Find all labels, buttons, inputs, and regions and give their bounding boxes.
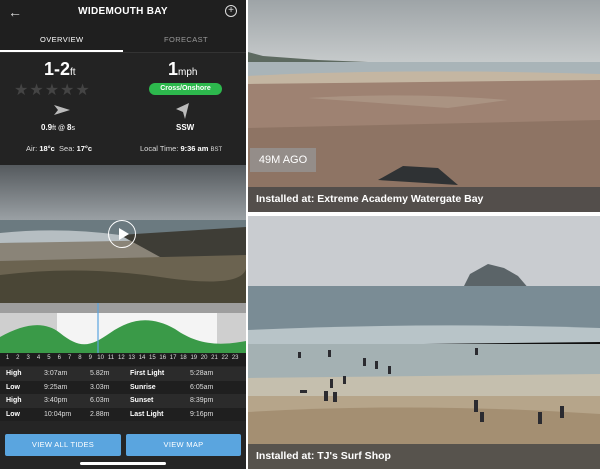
tide-hour-label: 3 bbox=[26, 355, 30, 361]
play-icon[interactable] bbox=[108, 220, 136, 248]
home-indicator bbox=[80, 462, 166, 465]
tide-time: 9:25am bbox=[44, 383, 68, 391]
wind-speed-value: 1 bbox=[168, 59, 179, 79]
view-all-tides-button[interactable]: VIEW ALL TIDES bbox=[5, 434, 121, 456]
swell-direction-icon bbox=[54, 105, 70, 115]
wave-height: 1-2ft bbox=[44, 59, 76, 80]
tide-event-time: 6:05am bbox=[190, 383, 214, 391]
tide-row: High 3:40pm 6.03m Sunset 8:39pm bbox=[0, 394, 246, 408]
tide-event: Sunrise bbox=[130, 383, 156, 391]
cam-age-badge: 49M AGO bbox=[250, 148, 316, 172]
tide-hour-label: 7 bbox=[67, 355, 72, 361]
star-rating: ★★★★★ bbox=[14, 82, 91, 99]
sea-temp: 17°c bbox=[76, 144, 93, 153]
wind-speed: 1mph bbox=[168, 59, 197, 80]
tide-event: First Light bbox=[130, 370, 165, 377]
plus-circle-icon[interactable]: + bbox=[225, 5, 237, 17]
tide-time: 3:07am bbox=[44, 370, 68, 377]
tide-type: High bbox=[6, 397, 22, 404]
temperatures: Air: 18°c Sea: 17°c bbox=[26, 144, 92, 153]
tab-bar: OVERVIEW FORECAST bbox=[0, 26, 246, 53]
tide-hour-label: 22 bbox=[221, 355, 229, 361]
active-tab-indicator bbox=[0, 50, 123, 52]
tides-table: High 3:07am 5.82m First Light 5:28am Low 9:25a… bbox=[0, 367, 246, 421]
cam-tjs-image bbox=[248, 216, 600, 469]
wave-height-unit: ft bbox=[70, 67, 76, 78]
tide-event-time: 5:28am bbox=[190, 370, 214, 377]
wind-speed-unit: mph bbox=[178, 67, 198, 78]
tide-row: High 3:07am 5.82m First Light 5:28am bbox=[0, 367, 246, 381]
tide-event-time: 9:16pm bbox=[190, 410, 214, 418]
air-temp: 18°c bbox=[39, 144, 55, 153]
tide-hour-label: 18 bbox=[180, 355, 187, 361]
tide-height: 2.88m bbox=[90, 410, 110, 418]
tide-type: Low bbox=[6, 383, 20, 391]
surf-cam-watergate[interactable]: 49M AGO Installed at: Extreme Academy Wa… bbox=[248, 0, 600, 212]
tide-hour-label: 16 bbox=[159, 355, 167, 361]
tide-hour-label: 4 bbox=[36, 355, 41, 361]
surf-app-panel: ← WIDEMOUTH BAY + OVERVIEW FORECAST 1-2f… bbox=[0, 0, 246, 469]
wind-direction: SSW bbox=[176, 123, 195, 132]
tide-hour-label: 11 bbox=[107, 355, 115, 361]
tide-graph bbox=[0, 303, 246, 353]
sea-label: Sea: bbox=[59, 144, 75, 153]
tide-curve bbox=[0, 303, 246, 353]
tide-event: Sunset bbox=[130, 397, 154, 404]
tide-row: Low 9:25am 3.03m Sunrise 6:05am bbox=[0, 380, 246, 394]
tide-event: Last Light bbox=[130, 410, 164, 418]
tide-hour-label: 19 bbox=[190, 355, 198, 361]
cam-caption: Installed at: TJ's Surf Shop bbox=[248, 444, 600, 469]
tide-time: 3:40pm bbox=[44, 397, 68, 404]
tide-time: 10:04pm bbox=[44, 410, 72, 418]
tide-hour-label: 23 bbox=[231, 355, 239, 361]
swell-at: @ bbox=[56, 125, 68, 132]
tab-forecast[interactable]: FORECAST bbox=[164, 35, 208, 44]
cam-caption: Installed at: Extreme Academy Watergate … bbox=[248, 187, 600, 212]
tide-type: High bbox=[6, 370, 22, 377]
tide-height: 5.82m bbox=[90, 370, 110, 377]
cam-watergate-image bbox=[248, 0, 600, 212]
tide-event-time: 8:39pm bbox=[190, 397, 214, 404]
tide-hour-label: 1 bbox=[5, 355, 10, 361]
wave-height-value: 1-2 bbox=[44, 59, 71, 79]
tide-hour-axis: 1 2 3 4 5 6 7 8 9 10 11 12 13 14 15 16 17 18 19 20 21 22 23 bbox=[0, 353, 246, 366]
cam-thumbnail[interactable] bbox=[0, 165, 246, 303]
tide-hour-label: 21 bbox=[211, 355, 218, 361]
tide-hour-label: 9 bbox=[88, 355, 92, 361]
tide-hour-label: 6 bbox=[57, 355, 61, 361]
tide-hour-label: 2 bbox=[16, 355, 20, 361]
swell-info: 0.9ft @ 8s bbox=[41, 123, 75, 132]
top-bar: ← WIDEMOUTH BAY + bbox=[0, 0, 246, 26]
local-time: Local Time: 9:36 am BST bbox=[140, 144, 222, 153]
tide-hour-label: 12 bbox=[118, 355, 125, 361]
tide-row: Low 10:04pm 2.88m Last Light 9:16pm bbox=[0, 407, 246, 421]
swell-height: 0.9 bbox=[41, 123, 53, 132]
swell-period-unit: s bbox=[71, 125, 75, 132]
spot-title: WIDEMOUTH BAY bbox=[78, 6, 168, 17]
tide-type: Low bbox=[6, 410, 20, 418]
tide-hour-label: 14 bbox=[138, 355, 146, 361]
tide-hour-label: 17 bbox=[169, 355, 177, 361]
tab-overview[interactable]: OVERVIEW bbox=[40, 35, 84, 44]
tide-hour-label: 20 bbox=[200, 355, 208, 361]
conditions-summary: 1-2ft ★★★★★ 1mph Cross/Onshore 0.9ft @ 8… bbox=[0, 53, 246, 165]
tide-height: 6.03m bbox=[90, 397, 110, 404]
local-time-label: Local Time: bbox=[140, 144, 179, 153]
wind-type-badge: Cross/Onshore bbox=[149, 83, 222, 95]
surf-cam-tjs[interactable]: Installed at: TJ's Surf Shop bbox=[248, 216, 600, 469]
local-time-value: 9:36 am bbox=[180, 144, 209, 153]
tide-hour-label: 5 bbox=[47, 355, 51, 361]
tide-height: 3.03m bbox=[90, 383, 110, 391]
wind-direction-icon bbox=[176, 103, 189, 119]
tide-hour-label: 13 bbox=[128, 355, 136, 361]
tide-hour-label: 8 bbox=[78, 355, 82, 361]
tide-hour-label: 15 bbox=[149, 355, 156, 361]
tide-hour-label: 10 bbox=[97, 355, 104, 361]
air-label: Air: bbox=[26, 144, 38, 153]
timezone: BST bbox=[210, 147, 223, 153]
view-map-button[interactable]: VIEW MAP bbox=[126, 434, 241, 456]
